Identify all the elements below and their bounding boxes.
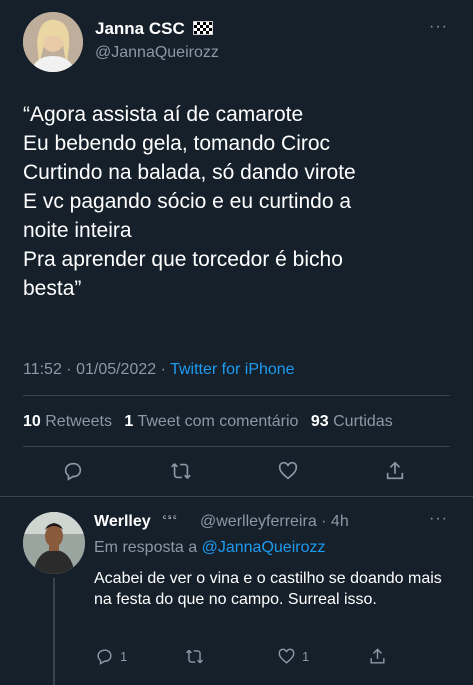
reply-icon[interactable]: [62, 460, 90, 488]
tweet-text-line: E vc pagando sócio e eu curtindo a: [23, 190, 352, 213]
tweet-stats: 10 Retweets 1 Tweet com comentário 93 Cu…: [23, 413, 401, 431]
user-handle[interactable]: @JannaQueirozz: [95, 44, 219, 62]
likes-stat[interactable]: 93 Curtidas: [311, 413, 393, 430]
avatar[interactable]: [23, 12, 83, 72]
divider: [0, 496, 473, 497]
like-icon[interactable]: [277, 460, 305, 488]
divider: [23, 446, 450, 447]
more-options-icon[interactable]: ···: [429, 18, 448, 36]
reply-share-button[interactable]: [368, 645, 387, 667]
retweet-icon[interactable]: [170, 460, 198, 488]
retweets-label: Retweets: [45, 413, 112, 430]
quotes-label: Tweet com comentário: [137, 413, 299, 430]
reply-display-name[interactable]: Werlley: [94, 513, 151, 531]
reply-avatar[interactable]: [23, 512, 85, 574]
tweet-meta: 11:52 · 01/05/2022 · Twitter for iPhone: [23, 361, 295, 379]
tweet-source-link[interactable]: Twitter for iPhone: [170, 361, 295, 378]
tweet-timestamp[interactable]: 11:52 · 01/05/2022 ·: [23, 361, 166, 378]
quotes-stat[interactable]: 1 Tweet com comentário: [124, 413, 298, 430]
checkered-flag-icon: [193, 21, 213, 35]
tweet-text-line: “Agora assista aí de camarote: [23, 103, 304, 126]
retweets-count: 10: [23, 413, 41, 430]
reply-count: 1: [120, 648, 128, 664]
reply-reply-button[interactable]: 1: [95, 645, 127, 667]
share-icon: [370, 647, 385, 664]
retweets-stat[interactable]: 10 Retweets: [23, 413, 112, 430]
tweet-text-line: noite inteira: [23, 219, 132, 242]
tweet-actions: [0, 460, 473, 488]
like-icon: [278, 648, 295, 664]
tweet-text-line: Curtindo na balada, só dando virote: [23, 161, 356, 184]
quotes-count: 1: [124, 413, 134, 430]
replying-mention-link[interactable]: @JannaQueirozz: [202, 539, 326, 556]
more-options-icon[interactable]: ···: [429, 510, 448, 528]
main-tweet: Janna CSC @JannaQueirozz ··· “Agora assi…: [0, 0, 473, 496]
retweet-icon: [186, 649, 203, 663]
tweet-text: “Agora assista aí de camarote Eu bebendo…: [23, 100, 453, 303]
likes-label: Curtidas: [333, 413, 393, 430]
like-count: 1: [302, 648, 310, 664]
tweet-text-line: besta”: [23, 277, 82, 300]
display-name[interactable]: Janna CSC: [95, 19, 185, 39]
replying-prefix: Em resposta a: [94, 539, 198, 556]
reply-text: Acabei de ver o vina e o castilho se doa…: [94, 570, 442, 608]
likes-count: 93: [310, 413, 329, 430]
divider: [23, 395, 450, 396]
tweet-text-line: Pra aprender que torcedor é bicho: [23, 248, 343, 271]
reply-name-badge: ᶜˢᶜ: [163, 513, 179, 523]
reply-like-button[interactable]: 1: [277, 645, 309, 667]
reply-retweet-button[interactable]: [185, 645, 204, 667]
replying-to: Em resposta a @JannaQueirozz: [94, 539, 325, 557]
reply-handle-time[interactable]: @werlleyferreira · 4h: [200, 513, 349, 531]
reply-icon: [97, 648, 112, 665]
share-icon[interactable]: [384, 460, 412, 488]
reply-actions: 1 1: [0, 645, 473, 669]
tweet-text-line: Eu bebendo gela, tomando Ciroc: [23, 132, 331, 155]
